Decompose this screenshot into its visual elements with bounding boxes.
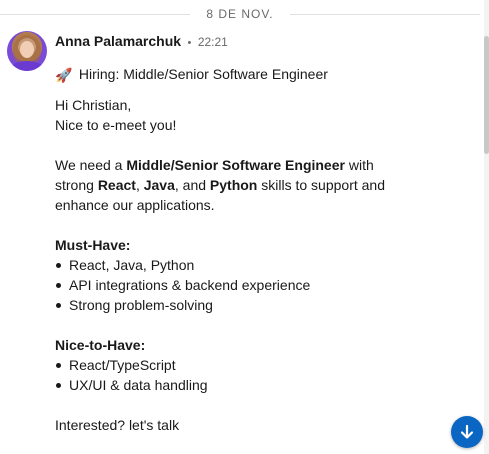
list-item: UX/UI & data handling [56, 375, 455, 395]
must-have-list: React, Java, Python API integrations & b… [55, 255, 455, 315]
nice-to-have-heading: Nice-to-Have: [55, 337, 146, 353]
separator-dot: • [187, 37, 192, 49]
scrollbar-thumb[interactable] [484, 36, 489, 154]
skills-line: strong React, Java, and Python skills to… [55, 177, 385, 193]
scrollbar[interactable] [484, 0, 489, 454]
sender-name[interactable]: Anna Palamarchuk [55, 33, 181, 49]
enhance-line: enhance our applications. [55, 197, 215, 213]
message-header: Anna Palamarchuk • 22:21 [55, 33, 228, 51]
skill-java: Java [143, 177, 175, 193]
date-label: 8 DE NOV. [206, 7, 274, 21]
nice-to-have-list: React/TypeScript UX/UI & data handling [55, 355, 455, 395]
scroll-to-bottom-button[interactable] [451, 416, 483, 448]
list-item: React/TypeScript [56, 355, 455, 375]
must-have-heading: Must-Have: [55, 237, 131, 253]
list-item: React, Java, Python [56, 255, 455, 275]
list-item: API integrations & backend experience [56, 275, 455, 295]
skill-react: React [97, 177, 136, 193]
arrow-down-icon [460, 424, 474, 439]
separator-line-right [290, 14, 480, 15]
rocket-icon: 🚀 [55, 67, 73, 84]
need-line: We need a Middle/Senior Software Enginee… [55, 157, 374, 173]
date-separator: 8 DE NOV. [0, 0, 480, 30]
skill-python: Python [209, 177, 258, 193]
message-body: Hi Christian, Nice to e-meet you! We nee… [55, 95, 455, 435]
greeting: Hi Christian, [55, 97, 132, 113]
closing-line: Interested? let's talk [55, 417, 180, 433]
message-subject: 🚀 Hiring: Middle/Senior Software Enginee… [55, 64, 328, 84]
list-item: Strong problem-solving [56, 295, 455, 315]
role-text: Middle/Senior Software Engineer [126, 157, 345, 173]
message-time: 22:21 [197, 35, 228, 49]
avatar[interactable] [7, 31, 47, 71]
intro: Nice to e-meet you! [55, 117, 177, 133]
subject-text: Hiring: Middle/Senior Software Engineer [78, 66, 328, 82]
separator-line-left [0, 14, 190, 15]
